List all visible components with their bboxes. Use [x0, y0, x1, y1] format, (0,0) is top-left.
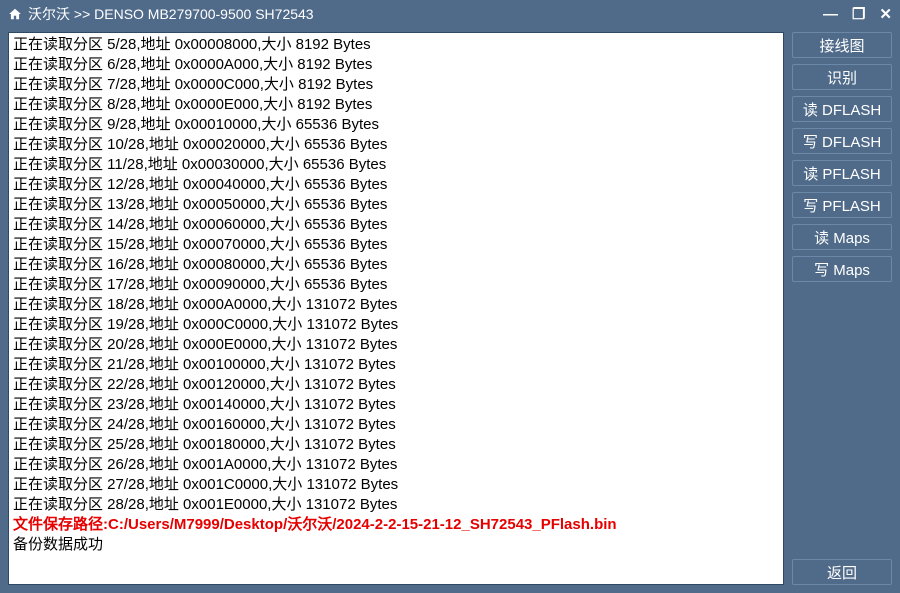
save-path-line: 文件保存路径:C:/Users/M7999/Desktop/沃尔沃/2024-2… [13, 515, 779, 535]
log-line: 正在读取分区 14/28,地址 0x00060000,大小 65536 Byte… [13, 215, 779, 235]
log-line: 正在读取分区 12/28,地址 0x00040000,大小 65536 Byte… [13, 175, 779, 195]
log-line: 正在读取分区 13/28,地址 0x00050000,大小 65536 Byte… [13, 195, 779, 215]
log-line: 正在读取分区 21/28,地址 0x00100000,大小 131072 Byt… [13, 355, 779, 375]
log-panel[interactable]: 正在读取分区 5/28,地址 0x00008000,大小 8192 Bytes正… [8, 32, 784, 585]
read-pflash-button[interactable]: 读 PFLASH [792, 160, 892, 186]
log-line: 正在读取分区 17/28,地址 0x00090000,大小 65536 Byte… [13, 275, 779, 295]
sidebar-spacer [792, 288, 892, 553]
maximize-button[interactable]: ❐ [852, 7, 865, 22]
sidebar: 接线图识别读 DFLASH 写 DFLASH 读 PFLASH 写 PFLASH 读 M… [792, 32, 892, 585]
log-line: 正在读取分区 16/28,地址 0x00080000,大小 65536 Byte… [13, 255, 779, 275]
log-line: 正在读取分区 18/28,地址 0x000A0000,大小 131072 Byt… [13, 295, 779, 315]
write-pflash-button[interactable]: 写 PFLASH [792, 192, 892, 218]
back-button[interactable]: 返回 [792, 559, 892, 585]
identify-button[interactable]: 识别 [792, 64, 892, 90]
close-button[interactable]: ✕ [879, 7, 892, 22]
home-icon [8, 7, 22, 21]
read-dflash-button[interactable]: 读 DFLASH [792, 96, 892, 122]
wiring-diagram-button[interactable]: 接线图 [792, 32, 892, 58]
log-line: 正在读取分区 23/28,地址 0x00140000,大小 131072 Byt… [13, 395, 779, 415]
minimize-button[interactable]: — [823, 7, 838, 22]
write-maps-button[interactable]: 写 Maps [792, 256, 892, 282]
log-line: 正在读取分区 20/28,地址 0x000E0000,大小 131072 Byt… [13, 335, 779, 355]
log-line: 正在读取分区 28/28,地址 0x001E0000,大小 131072 Byt… [13, 495, 779, 515]
log-line: 正在读取分区 7/28,地址 0x0000C000,大小 8192 Bytes [13, 75, 779, 95]
titlebar: 沃尔沃 >> DENSO MB279700-9500 SH72543 — ❐ ✕ [0, 0, 900, 28]
log-line: 正在读取分区 15/28,地址 0x00070000,大小 65536 Byte… [13, 235, 779, 255]
log-line: 正在读取分区 8/28,地址 0x0000E000,大小 8192 Bytes [13, 95, 779, 115]
write-dflash-button[interactable]: 写 DFLASH [792, 128, 892, 154]
log-line: 正在读取分区 25/28,地址 0x00180000,大小 131072 Byt… [13, 435, 779, 455]
log-line: 正在读取分区 24/28,地址 0x00160000,大小 131072 Byt… [13, 415, 779, 435]
log-line: 正在读取分区 5/28,地址 0x00008000,大小 8192 Bytes [13, 35, 779, 55]
success-line: 备份数据成功 [13, 535, 779, 555]
log-line: 正在读取分区 10/28,地址 0x00020000,大小 65536 Byte… [13, 135, 779, 155]
log-line: 正在读取分区 26/28,地址 0x001A0000,大小 131072 Byt… [13, 455, 779, 475]
window-controls: — ❐ ✕ [823, 7, 892, 22]
log-line: 正在读取分区 11/28,地址 0x00030000,大小 65536 Byte… [13, 155, 779, 175]
log-line: 正在读取分区 6/28,地址 0x0000A000,大小 8192 Bytes [13, 55, 779, 75]
log-line: 正在读取分区 22/28,地址 0x00120000,大小 131072 Byt… [13, 375, 779, 395]
log-line: 正在读取分区 9/28,地址 0x00010000,大小 65536 Bytes [13, 115, 779, 135]
main-area: 正在读取分区 5/28,地址 0x00008000,大小 8192 Bytes正… [0, 28, 900, 593]
read-maps-button[interactable]: 读 Maps [792, 224, 892, 250]
log-line: 正在读取分区 19/28,地址 0x000C0000,大小 131072 Byt… [13, 315, 779, 335]
breadcrumb: 沃尔沃 >> DENSO MB279700-9500 SH72543 [28, 4, 823, 24]
log-line: 正在读取分区 27/28,地址 0x001C0000,大小 131072 Byt… [13, 475, 779, 495]
